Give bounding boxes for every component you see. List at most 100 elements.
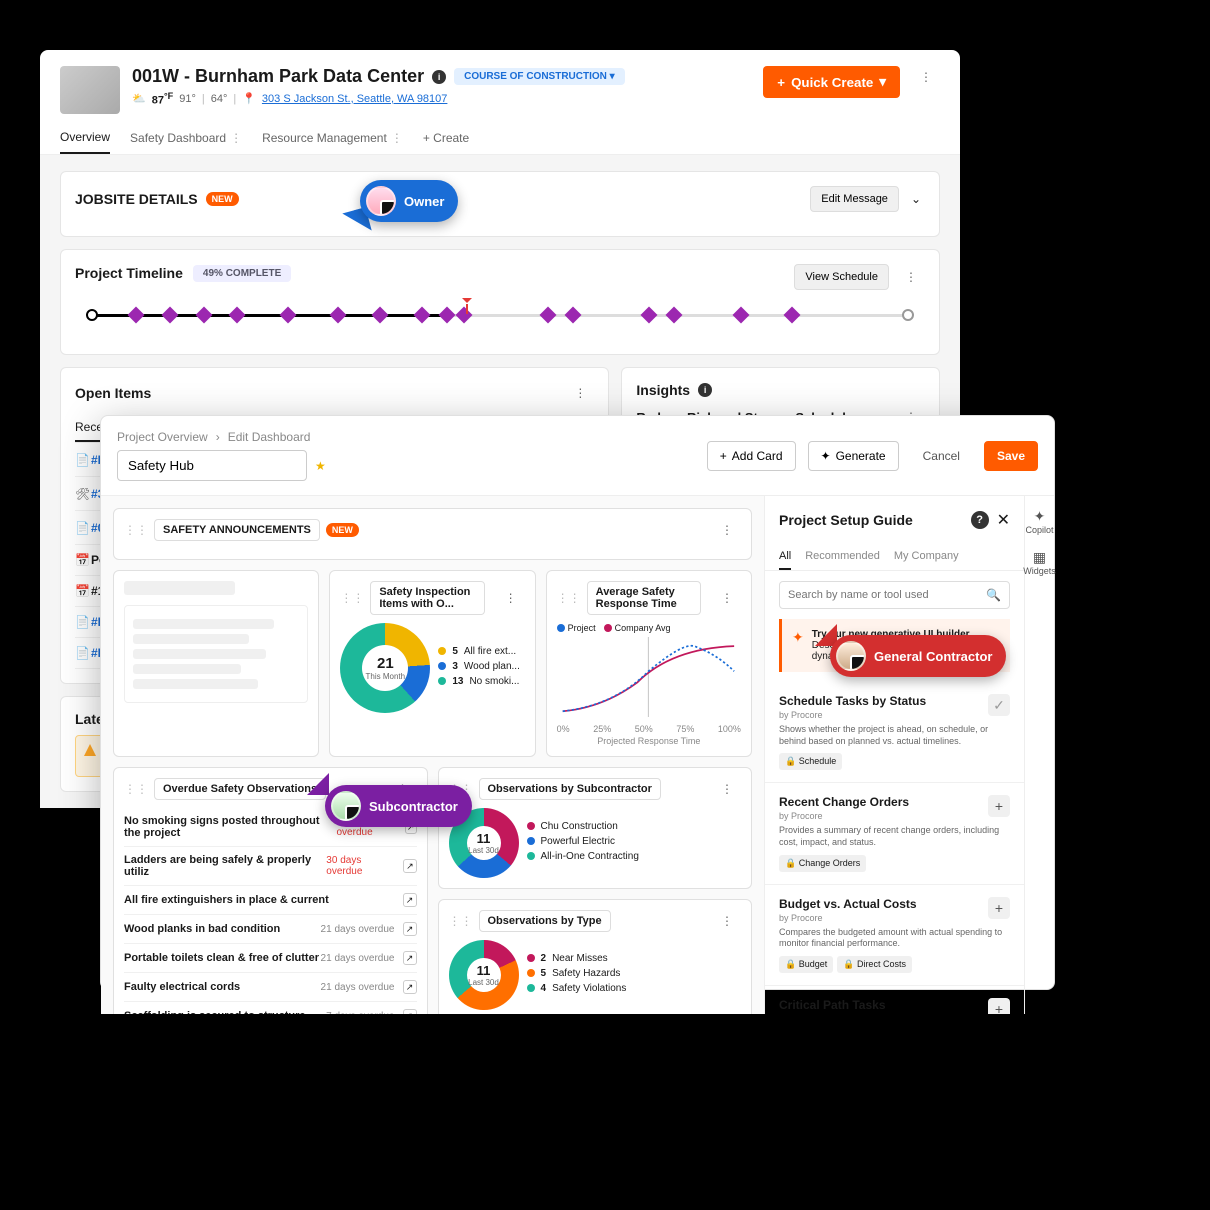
open-external-icon[interactable]: ↗ xyxy=(403,922,417,936)
widget-menu-icon[interactable]: ⋮ xyxy=(713,778,741,800)
widget-title[interactable]: Safety Inspection Items with O... xyxy=(370,581,484,615)
open-items-menu-icon[interactable]: ⋮ xyxy=(566,382,594,404)
widget-title[interactable]: SAFETY ANNOUNCEMENTS xyxy=(154,519,320,541)
milestone-marker[interactable] xyxy=(540,307,557,324)
search-icon[interactable]: 🔍 xyxy=(986,588,1001,602)
sparkle-icon: ✦ xyxy=(792,629,804,662)
copilot-rail-button[interactable]: ✦Copilot xyxy=(1025,508,1053,535)
milestone-marker[interactable] xyxy=(279,307,296,324)
timeline-start xyxy=(86,309,98,321)
widget-menu-icon[interactable]: ⋮ xyxy=(713,587,741,609)
legend-dot-icon xyxy=(527,852,535,860)
observation-row: Portable toilets clean & free of clutter… xyxy=(124,944,417,973)
milestone-marker[interactable] xyxy=(414,307,431,324)
legend-dot-icon xyxy=(438,662,446,670)
chevron-down-icon[interactable]: ⌄ xyxy=(907,188,925,210)
drag-handle-icon[interactable]: ⋮⋮ xyxy=(449,914,473,928)
tick-label: 75% xyxy=(676,724,694,734)
address-link[interactable]: 303 S Jackson St., Seattle, WA 98107 xyxy=(262,93,447,105)
observation-title: No smoking signs posted throughout the p… xyxy=(124,815,337,839)
drag-handle-icon[interactable]: ⋮⋮ xyxy=(557,591,581,605)
save-button[interactable]: Save xyxy=(984,441,1038,471)
generate-button[interactable]: ✦Generate xyxy=(808,441,899,471)
search-input[interactable] xyxy=(788,589,980,601)
milestone-marker[interactable] xyxy=(439,307,456,324)
milestone-marker[interactable] xyxy=(372,307,389,324)
widget-title[interactable]: Overdue Safety Observations xyxy=(154,778,326,800)
legend-item: Company Avg xyxy=(604,623,671,633)
sidebar-tab-recommended[interactable]: Recommended xyxy=(805,544,880,570)
temp-high: 91° xyxy=(179,93,196,105)
status-badge[interactable]: COURSE OF CONSTRUCTION ▾ xyxy=(454,68,625,85)
sidebar-tab-my-company[interactable]: My Company xyxy=(894,544,959,570)
view-schedule-button[interactable]: View Schedule xyxy=(794,264,889,290)
timeline-today-marker xyxy=(466,304,468,314)
weather-icon: ⛅ xyxy=(132,92,146,105)
observation-row: Wood planks in bad condition 21 days ove… xyxy=(124,915,417,944)
milestone-marker[interactable] xyxy=(640,307,657,324)
tab-resource[interactable]: Resource Management ⋮ xyxy=(262,122,403,154)
widget-menu-icon[interactable]: ⋮ xyxy=(713,910,741,932)
info-icon[interactable]: i xyxy=(432,70,446,84)
milestone-marker[interactable] xyxy=(229,307,246,324)
widget-title[interactable]: Observations by Subcontractor xyxy=(479,778,661,800)
open-external-icon[interactable]: ↗ xyxy=(403,1009,417,1014)
done-check-icon[interactable]: ✓ xyxy=(988,694,1010,716)
tab-safety[interactable]: Safety Dashboard ⋮ xyxy=(130,122,242,154)
open-external-icon[interactable]: ↗ xyxy=(403,859,416,873)
drag-handle-icon[interactable]: ⋮⋮ xyxy=(124,523,148,537)
tab-overview[interactable]: Overview xyxy=(60,122,110,154)
milestone-marker[interactable] xyxy=(195,307,212,324)
add-card-button[interactable]: +Add Card xyxy=(707,441,796,471)
widget-menu-icon[interactable]: ⋮ xyxy=(713,519,741,541)
insights-info-icon[interactable]: i xyxy=(698,383,712,397)
add-item-button[interactable]: + xyxy=(988,998,1010,1014)
observation-title: Faulty electrical cords xyxy=(124,981,240,993)
sidebar-tab-all[interactable]: All xyxy=(779,544,791,570)
add-item-button[interactable]: + xyxy=(988,795,1010,817)
milestone-marker[interactable] xyxy=(565,307,582,324)
timeline-menu-icon[interactable]: ⋮ xyxy=(897,266,925,288)
timeline-title: Project Timeline xyxy=(75,265,183,281)
widget-title[interactable]: Observations by Type xyxy=(479,910,611,932)
sparkle-icon: ✦ xyxy=(821,449,831,463)
breadcrumb: Project Overview › Edit Dashboard xyxy=(117,430,695,444)
item-type-icon: 🛠 xyxy=(75,487,91,501)
milestone-marker[interactable] xyxy=(666,307,683,324)
observation-row: Scaffolding is secured to structure 7 da… xyxy=(124,1002,417,1014)
milestone-marker[interactable] xyxy=(456,307,473,324)
milestone-marker[interactable] xyxy=(783,307,800,324)
dashboard-name-input[interactable] xyxy=(117,450,307,481)
open-external-icon[interactable]: ↗ xyxy=(403,980,417,994)
cancel-button[interactable]: Cancel xyxy=(911,442,972,470)
star-icon[interactable]: ★ xyxy=(315,459,326,473)
widgets-rail-button[interactable]: ▦Widgets xyxy=(1023,549,1056,576)
milestone-marker[interactable] xyxy=(733,307,750,324)
legend-item: 4 Safety Violations xyxy=(527,983,627,994)
milestone-marker[interactable] xyxy=(330,307,347,324)
milestone-marker[interactable] xyxy=(162,307,179,324)
edit-message-button[interactable]: Edit Message xyxy=(810,186,899,212)
more-menu-icon[interactable]: ⋮ xyxy=(912,66,940,88)
open-external-icon[interactable]: ↗ xyxy=(403,893,417,907)
overdue-label: 30 days overdue xyxy=(326,855,395,877)
overdue-label: 21 days overdue xyxy=(321,953,395,964)
drag-handle-icon[interactable]: ⋮⋮ xyxy=(124,782,148,796)
observation-row: All fire extinguishers in place & curren… xyxy=(124,886,417,915)
drag-handle-icon[interactable]: ⋮⋮ xyxy=(340,591,364,605)
help-icon[interactable]: ? xyxy=(971,511,989,529)
item-type-icon: 📅 xyxy=(75,553,91,567)
completion-badge: 49% COMPLETE xyxy=(193,265,291,282)
legend-item: Powerful Electric xyxy=(527,836,639,847)
guide-item-desc: Provides a summary of recent change orde… xyxy=(779,825,1010,848)
tick-label: 25% xyxy=(593,724,611,734)
observation-title: Scaffolding is secured to structure xyxy=(124,1010,306,1014)
milestone-marker[interactable] xyxy=(128,307,145,324)
close-icon[interactable]: ✕ xyxy=(997,510,1010,530)
add-item-button[interactable]: + xyxy=(988,897,1010,919)
widget-title[interactable]: Average Safety Response Time xyxy=(587,581,701,615)
widget-menu-icon[interactable]: ⋮ xyxy=(497,587,525,609)
tab-create[interactable]: + Create xyxy=(423,122,469,154)
quick-create-button[interactable]: +Quick Create▾ xyxy=(763,66,900,98)
open-external-icon[interactable]: ↗ xyxy=(403,951,417,965)
